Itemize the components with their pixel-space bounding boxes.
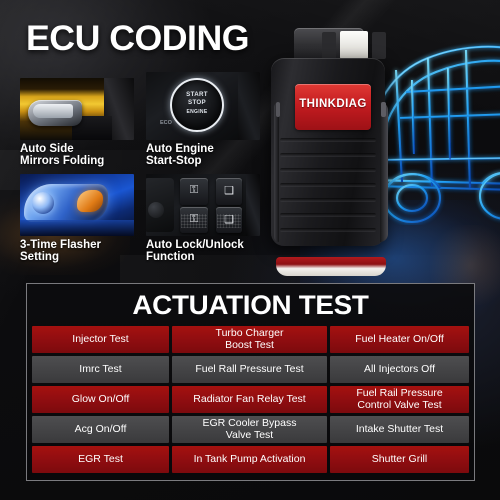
- table-cell[interactable]: Shutter Grill: [330, 446, 469, 473]
- start-stop-button-icon: START STOP ENGINE: [170, 78, 224, 132]
- window-up-icon: ❑: [224, 185, 234, 197]
- table-cell[interactable]: Acg On/Off: [32, 416, 169, 443]
- table-cell[interactable]: EGR Test: [32, 446, 169, 473]
- table-cell[interactable]: Imrc Test: [32, 356, 169, 383]
- start-stop-label-1: START: [186, 91, 208, 98]
- actuation-test-table: Injector Test Turbo Charger Boost Test Fu…: [27, 326, 474, 478]
- brand-label-band: THINKDIAG: [295, 84, 371, 130]
- feature-caption: Auto Engine Start-Stop: [146, 143, 214, 168]
- device-side-button: [276, 102, 280, 117]
- device-base-trim: [276, 257, 386, 276]
- panel-title: ACTUATION TEST: [132, 290, 369, 320]
- turn-signal-lamp: [77, 190, 103, 212]
- table-cell[interactable]: Radiator Fan Relay Test: [172, 386, 327, 413]
- start-stop-label-2: STOP: [188, 99, 206, 106]
- feature-caption: Auto Lock/Unlock Function: [146, 239, 244, 264]
- feature-grid: Auto Side Mirrors Folding START STOP ENGI…: [20, 72, 262, 268]
- device-side-button: [381, 102, 386, 117]
- table-cell[interactable]: Fuel Rall Pressure Test: [172, 356, 327, 383]
- switch-texture: [217, 214, 241, 228]
- device-rib: [280, 168, 376, 172]
- start-stop-label-3: ENGINE: [186, 109, 208, 115]
- feature-item-auto-engine-start-stop: START STOP ENGINE ECO Auto Engine Start-S…: [146, 72, 260, 168]
- plug-left-shell: [322, 32, 336, 59]
- eco-label: ECO: [160, 120, 172, 126]
- actuation-test-panel: ACTUATION TEST Injector Test Turbo Charg…: [26, 283, 475, 481]
- wireframe-car-graphic: [372, 10, 500, 225]
- feature-item-auto-side-mirrors: Auto Side Mirrors Folding: [20, 78, 134, 168]
- thinkdiag-device: THINKDIAG: [268, 28, 388, 276]
- table-cell[interactable]: EGR Cooler Bypass Valve Test: [172, 416, 327, 443]
- table-cell[interactable]: Fuel Rail Pressure Control Valve Test: [330, 386, 469, 413]
- table-cell[interactable]: In Tank Pump Activation: [172, 446, 327, 473]
- dashboard-edge: [238, 72, 260, 140]
- device-rib: [280, 138, 376, 142]
- feature-item-3-time-flasher: 3-Time Flasher Setting: [20, 174, 134, 264]
- device-rib: [280, 228, 376, 232]
- table-row: Acg On/Off EGR Cooler Bypass Valve Test I…: [32, 416, 469, 443]
- promo-banner: THINKDIAG ECU CODING Auto Side Mirrors Fo…: [0, 0, 500, 500]
- table-cell[interactable]: All Injectors Off: [330, 356, 469, 383]
- table-row: Injector Test Turbo Charger Boost Test Fu…: [32, 326, 469, 353]
- table-cell[interactable]: Injector Test: [32, 326, 169, 353]
- headlight-image: [20, 174, 134, 236]
- lock-switch-button: ⚿: [180, 178, 208, 205]
- feature-caption: 3-Time Flasher Setting: [20, 239, 101, 264]
- brand-name: THINKDIAG: [299, 98, 367, 110]
- table-row: EGR Test In Tank Pump Activation Shutter…: [32, 446, 469, 473]
- door-trim: [246, 174, 260, 236]
- side-mirror-image: [20, 78, 134, 140]
- mirror-joystick-knob: [148, 202, 164, 218]
- device-right-edge: [380, 102, 388, 242]
- feature-item-auto-lock-unlock: ⚿ ⚿ ❑ ❑ Auto Lock/UnlockFunction: [146, 174, 260, 264]
- headlight-projector: [32, 192, 54, 214]
- start-stop-image: START STOP ENGINE ECO: [146, 72, 260, 140]
- device-rib: [280, 198, 376, 202]
- plug-pin-block: [340, 31, 368, 59]
- switch-texture: [181, 214, 207, 228]
- table-cell[interactable]: Intake Shutter Test: [330, 416, 469, 443]
- plug-right-shell: [372, 32, 386, 59]
- table-cell[interactable]: Glow On/Off: [32, 386, 169, 413]
- table-row: Glow On/Off Radiator Fan Relay Test Fuel…: [32, 386, 469, 413]
- device-rib: [280, 213, 376, 217]
- device-rib: [280, 153, 376, 157]
- lock-icon: ⚿: [189, 184, 199, 196]
- feature-caption: Auto Side Mirrors Folding: [20, 143, 105, 168]
- device-body: THINKDIAG: [271, 58, 388, 276]
- side-mirror: [28, 100, 82, 126]
- table-cell[interactable]: Turbo Charger Boost Test: [172, 326, 327, 353]
- device-rib: [280, 183, 376, 187]
- device-left-edge: [274, 102, 279, 242]
- table-cell[interactable]: Fuel Heater On/Off: [330, 326, 469, 353]
- window-switch-button: ❑: [216, 178, 242, 205]
- page-title: ECU CODING: [26, 19, 250, 58]
- table-row: Imrc Test Fuel Rall Pressure Test All In…: [32, 356, 469, 383]
- car-hood: [20, 220, 134, 236]
- door-switch-image: ⚿ ⚿ ❑ ❑: [146, 174, 260, 236]
